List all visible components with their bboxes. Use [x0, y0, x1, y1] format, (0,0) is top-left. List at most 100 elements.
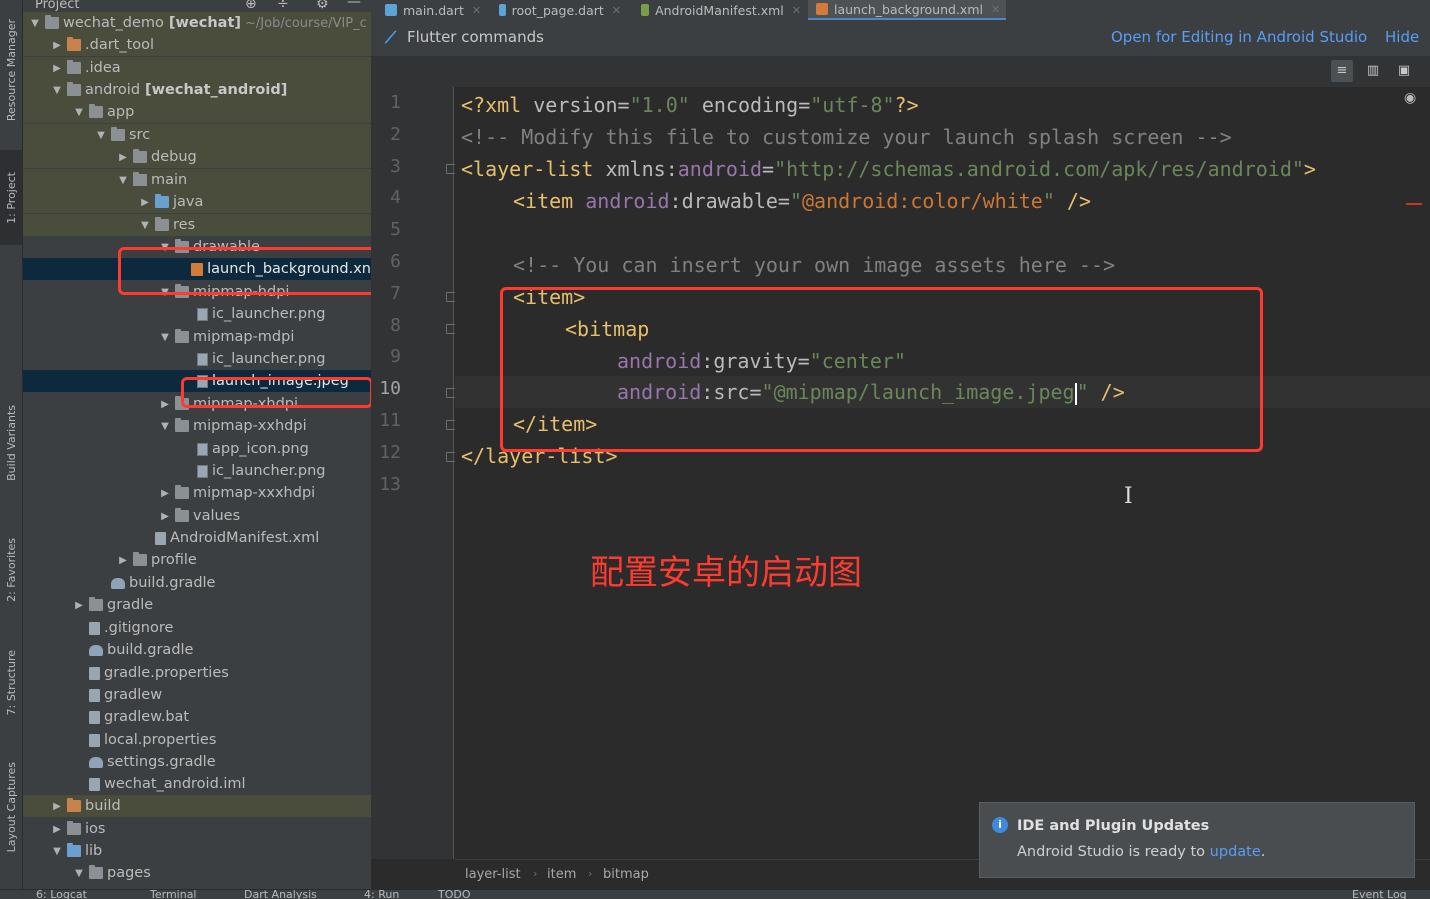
tree-item-label: gradle.properties	[104, 665, 229, 681]
close-icon[interactable]: ✕	[472, 4, 481, 17]
split-view-icon[interactable]: ▥	[1362, 60, 1384, 82]
tree-item[interactable]: gradle.properties	[23, 662, 371, 684]
design-view-icon[interactable]: ▣	[1393, 60, 1415, 82]
tree-item[interactable]: ▶ .dart_tool	[23, 34, 371, 56]
code-view-icon[interactable]: ≡	[1331, 60, 1353, 82]
tree-item[interactable]: ▼ main	[23, 169, 371, 191]
tree-item[interactable]: local.properties	[23, 729, 371, 751]
tab-launch-background[interactable]: launch_background.xml ✕	[808, 0, 1006, 20]
chevron-down-icon[interactable]: ▼	[73, 868, 85, 879]
eye-icon[interactable]: ◉	[1404, 90, 1416, 106]
code-line-6: <!-- You can insert your own image asset…	[513, 253, 1116, 277]
minimize-icon[interactable]: —	[347, 0, 361, 10]
tree-item[interactable]: ▼ res	[23, 214, 371, 236]
close-icon[interactable]: ✕	[792, 4, 801, 17]
tree-item[interactable]: ▼ android [wechat_android]	[23, 79, 371, 101]
hide-link[interactable]: Hide	[1385, 28, 1419, 46]
breadcrumb-bitmap[interactable]: bitmap	[603, 867, 649, 882]
tree-item[interactable]: ▼ mipmap-xxhdpi	[23, 415, 371, 437]
tree-item[interactable]: ▶ gradle	[23, 594, 371, 616]
tree-item[interactable]: ▶ java	[23, 191, 371, 213]
tree-item-label: profile	[151, 552, 197, 568]
tab-project[interactable]: 1: Project	[0, 150, 22, 245]
tab-layout-captures[interactable]: Layout Captures	[0, 745, 22, 870]
tree-item[interactable]: ▶ ios	[23, 818, 371, 840]
tree-item[interactable]: ▶ build	[23, 795, 371, 817]
tree-item[interactable]: ▼ pages	[23, 862, 371, 884]
collapse-icon[interactable]: ÷	[277, 0, 289, 12]
tree-item[interactable]: ic_launcher.png	[23, 348, 371, 370]
file-icon	[89, 733, 100, 747]
gear-icon[interactable]: ⚙	[316, 0, 329, 12]
tab-main-dart[interactable]: main.dart ✕	[377, 0, 485, 20]
banner-title: Flutter commands	[407, 28, 544, 46]
chevron-right-icon[interactable]: ▶	[73, 600, 85, 611]
tab-android-manifest[interactable]: AndroidManifest.xml ✕	[633, 0, 801, 20]
tree-item[interactable]: AndroidManifest.xml	[23, 527, 371, 549]
code-editor[interactable]: <?xml version="1.0" encoding="utf-8"?> <…	[455, 87, 1430, 859]
tree-item[interactable]: build.gradle	[23, 572, 371, 594]
tree-item[interactable]: ▶ values	[23, 505, 371, 527]
tree-item[interactable]: .gitignore	[23, 617, 371, 639]
tab-favorites[interactable]: 2: Favorites	[0, 520, 22, 620]
chevron-down-icon[interactable]: ▼	[159, 421, 171, 432]
tree-item[interactable]: ▶ .idea	[23, 57, 371, 79]
module-tag: [wechat]	[168, 15, 242, 31]
tree-item-label: wechat_android.iml	[104, 776, 246, 792]
tree-item[interactable]: ▶ mipmap-xxxhdpi	[23, 482, 371, 504]
chevron-down-icon[interactable]: ▼	[139, 220, 151, 231]
breadcrumb-layer-list[interactable]: layer-list	[465, 867, 521, 882]
update-link[interactable]: update	[1210, 844, 1261, 860]
tab-resource-manager[interactable]: Resource Manager	[0, 0, 22, 140]
tree-item[interactable]: gradlew.bat	[23, 706, 371, 728]
chevron-right-icon[interactable]: ▶	[51, 40, 63, 51]
update-notification[interactable]: i IDE and Plugin Updates Android Studio …	[979, 802, 1415, 878]
tree-item[interactable]: app_icon.png	[23, 438, 371, 460]
tree-item-label: build	[85, 798, 121, 814]
tree-item[interactable]: settings.gradle	[23, 751, 371, 773]
highlight-box-item-block	[500, 287, 1263, 452]
tree-item[interactable]: ▼ lib	[23, 840, 371, 862]
chevron-right-icon[interactable]: ▶	[159, 488, 171, 499]
chevron-right-icon[interactable]: ▶	[159, 399, 171, 410]
tree-item[interactable]: build.gradle	[23, 639, 371, 661]
open-in-android-studio-link[interactable]: Open for Editing in Android Studio	[1111, 28, 1367, 46]
tree-item[interactable]: wechat_android.iml	[23, 773, 371, 795]
chevron-right-icon[interactable]: ▶	[117, 152, 129, 163]
breadcrumb-item[interactable]: item	[547, 867, 576, 882]
error-stripe-mark[interactable]	[1406, 203, 1422, 205]
tree-item[interactable]: ▼ src	[23, 124, 371, 146]
chevron-down-icon[interactable]: ▼	[95, 130, 107, 141]
tree-item[interactable]: gradlew	[23, 684, 371, 706]
tab-root-page-dart[interactable]: root_page.dart ✕	[491, 0, 621, 20]
tab-structure[interactable]: 7: Structure	[0, 635, 22, 730]
chevron-right-icon[interactable]: ▶	[51, 801, 63, 812]
code-line-2: <!-- Modify this file to customize your …	[461, 125, 1232, 149]
tab-build-variants[interactable]: Build Variants	[0, 395, 22, 490]
tree-item[interactable]: ▶ debug	[23, 146, 371, 168]
chevron-down-icon[interactable]: ▼	[159, 332, 171, 343]
tree-item[interactable]: ▼ wechat_demo [wechat] ~/Job/course/VIP_c	[23, 12, 371, 34]
chevron-down-icon[interactable]: ▼	[29, 18, 41, 29]
folder-icon	[67, 37, 81, 51]
chevron-down-icon[interactable]: ▼	[117, 175, 129, 186]
tree-item[interactable]: ▶ profile	[23, 549, 371, 571]
target-icon[interactable]: ⊕	[245, 0, 257, 12]
project-header-title[interactable]: Project	[35, 0, 79, 12]
chevron-right-icon[interactable]: ▶	[117, 555, 129, 566]
tree-item[interactable]: ic_launcher.png	[23, 303, 371, 325]
folder-icon	[175, 508, 189, 522]
close-icon[interactable]: ✕	[991, 3, 1000, 16]
tree-item[interactable]: ic_launcher.png	[23, 460, 371, 482]
close-icon[interactable]: ✕	[612, 4, 621, 17]
tree-item[interactable]: ▼ app	[23, 101, 371, 123]
chevron-down-icon[interactable]: ▼	[51, 85, 63, 96]
chevron-down-icon[interactable]: ▼	[51, 846, 63, 857]
tree-item[interactable]: ▼ mipmap-mdpi	[23, 326, 371, 348]
chevron-right-icon[interactable]: ▶	[139, 197, 151, 208]
tree-item-label: res	[173, 217, 196, 233]
chevron-down-icon[interactable]: ▼	[73, 107, 85, 118]
chevron-right-icon[interactable]: ▶	[51, 824, 63, 835]
chevron-right-icon[interactable]: ▶	[51, 63, 63, 74]
chevron-right-icon[interactable]: ▶	[159, 511, 171, 522]
